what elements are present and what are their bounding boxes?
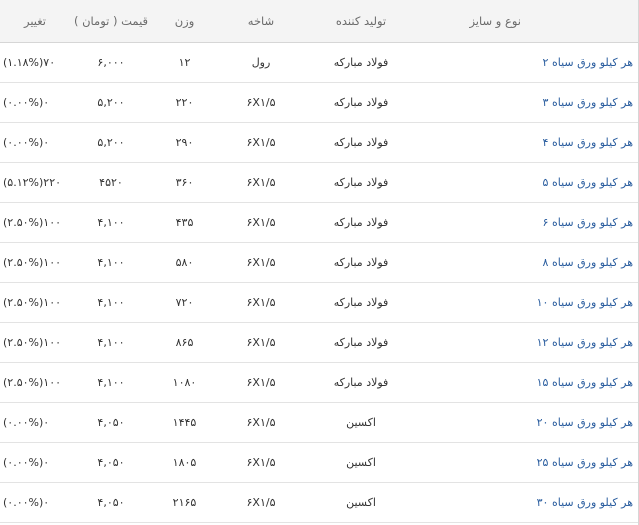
table-row[interactable]: هر کیلو ورق سیاه ۲۰ اکسین ۶X۱/۵ ۱۴۴۵ ۴,۰۵۰ ۰(… [0, 402, 639, 443]
producer-cell: فولاد مبارکه [305, 322, 417, 363]
header-weight[interactable]: وزن [152, 0, 217, 43]
weight-cell: ۱۲ [152, 42, 217, 83]
producer-cell: فولاد مبارکه [305, 242, 417, 283]
price-cell: ۴,۱۰۰ [70, 242, 152, 283]
change-cell: ۱۰۰(۲.۵۰%) [0, 362, 70, 403]
producer-cell: اکسین [305, 442, 417, 483]
table-row[interactable]: هر کیلو ورق سیاه ۳۰ اکسین ۶X۱/۵ ۲۱۶۵ ۴,۰۵۰ ۰(… [0, 482, 639, 523]
change-cell: ۱۰۰(۲.۵۰%) [0, 202, 70, 243]
branch-cell: ۶X۱/۵ [217, 482, 305, 523]
change-cell: ۱۰۰(۲.۵۰%) [0, 322, 70, 363]
branch-cell: ۶X۱/۵ [217, 122, 305, 163]
price-table-container: نوع و سایز تولید کننده شاخه وزن قیمت ( ت… [0, 0, 639, 525]
product-name-link[interactable]: هر کیلو ورق سیاه ۳۰ [417, 482, 639, 523]
change-cell: ۲۲۰(۵.۱۲%) [0, 162, 70, 203]
producer-cell: فولاد مبارکه [305, 42, 417, 83]
table-body: هر کیلو ورق سیاه ۲ فولاد مبارکه رول ۱۲ ۶,۰۰۰… [0, 42, 639, 523]
price-cell: ۵,۲۰۰ [70, 82, 152, 123]
price-cell: ۵,۲۰۰ [70, 122, 152, 163]
product-name-link[interactable]: هر کیلو ورق سیاه ۲ [417, 42, 639, 83]
price-cell: ۴,۱۰۰ [70, 322, 152, 363]
header-row: نوع و سایز تولید کننده شاخه وزن قیمت ( ت… [0, 0, 639, 43]
table-row[interactable]: هر کیلو ورق سیاه ۵ فولاد مبارکه ۶X۱/۵ ۳۶۰ ۴۵… [0, 162, 639, 203]
table-row[interactable]: هر کیلو ورق سیاه ۲۵ اکسین ۶X۱/۵ ۱۸۰۵ ۴,۰۵۰ ۰(… [0, 442, 639, 483]
product-name-link[interactable]: هر کیلو ورق سیاه ۱۰ [417, 282, 639, 323]
price-cell: ۴,۱۰۰ [70, 282, 152, 323]
change-cell: ۰(۰.۰۰%) [0, 442, 70, 483]
branch-cell: ۶X۱/۵ [217, 362, 305, 403]
table-row[interactable]: هر کیلو ورق سیاه ۲ فولاد مبارکه رول ۱۲ ۶,۰۰۰… [0, 42, 639, 83]
product-name-link[interactable]: هر کیلو ورق سیاه ۸ [417, 242, 639, 283]
table-row[interactable]: هر کیلو ورق سیاه ۱۰ فولاد مبارکه ۶X۱/۵ ۷۲۰ ۴… [0, 282, 639, 323]
producer-cell: فولاد مبارکه [305, 202, 417, 243]
price-cell: ۴,۰۵۰ [70, 482, 152, 523]
branch-cell: ۶X۱/۵ [217, 162, 305, 203]
product-name-link[interactable]: هر کیلو ورق سیاه ۵ [417, 162, 639, 203]
table-row[interactable]: هر کیلو ورق سیاه ۴ فولاد مبارکه ۶X۱/۵ ۲۹۰ ۵,… [0, 122, 639, 163]
producer-cell: اکسین [305, 482, 417, 523]
weight-cell: ۸۶۵ [152, 322, 217, 363]
branch-cell: ۶X۱/۵ [217, 82, 305, 123]
table-row[interactable]: هر کیلو ورق سیاه ۳ فولاد مبارکه ۶X۱/۵ ۲۲۰ ۵,… [0, 82, 639, 123]
table-header: نوع و سایز تولید کننده شاخه وزن قیمت ( ت… [0, 0, 639, 43]
product-name-link[interactable]: هر کیلو ورق سیاه ۱۲ [417, 322, 639, 363]
producer-cell: فولاد مبارکه [305, 82, 417, 123]
branch-cell: ۶X۱/۵ [217, 202, 305, 243]
product-name-link[interactable]: هر کیلو ورق سیاه ۱۵ [417, 362, 639, 403]
branch-cell: ۶X۱/۵ [217, 402, 305, 443]
weight-cell: ۳۶۰ [152, 162, 217, 203]
branch-cell: ۶X۱/۵ [217, 322, 305, 363]
product-name-link[interactable]: هر کیلو ورق سیاه ۶ [417, 202, 639, 243]
branch-cell: ۶X۱/۵ [217, 242, 305, 283]
price-cell: ۴,۰۵۰ [70, 402, 152, 443]
product-name-link[interactable]: هر کیلو ورق سیاه ۴ [417, 122, 639, 163]
header-producer[interactable]: تولید کننده [305, 0, 417, 43]
header-price[interactable]: قیمت ( تومان ) [70, 0, 152, 43]
table-row[interactable]: هر کیلو ورق سیاه ۸ فولاد مبارکه ۶X۱/۵ ۵۸۰ ۴,… [0, 242, 639, 283]
weight-cell: ۲۹۰ [152, 122, 217, 163]
change-cell: ۰(۰.۰۰%) [0, 482, 70, 523]
producer-cell: فولاد مبارکه [305, 282, 417, 323]
header-change[interactable]: تغییر [0, 0, 70, 43]
branch-cell: ۶X۱/۵ [217, 282, 305, 323]
weight-cell: ۱۸۰۵ [152, 442, 217, 483]
weight-cell: ۲۱۶۵ [152, 482, 217, 523]
change-cell: ۱۰۰(۲.۵۰%) [0, 282, 70, 323]
producer-cell: فولاد مبارکه [305, 162, 417, 203]
branch-cell: رول [217, 42, 305, 83]
change-cell: ۰(۰.۰۰%) [0, 122, 70, 163]
table-row[interactable]: هر کیلو ورق سیاه ۶ فولاد مبارکه ۶X۱/۵ ۴۳۵ ۴,… [0, 202, 639, 243]
weight-cell: ۵۸۰ [152, 242, 217, 283]
change-cell: ۷۰(۱.۱۸%) [0, 42, 70, 83]
header-branch[interactable]: شاخه [217, 0, 305, 43]
price-cell: ۴,۱۰۰ [70, 362, 152, 403]
weight-cell: ۱۴۴۵ [152, 402, 217, 443]
table-row[interactable]: هر کیلو ورق سیاه ۱۵ فولاد مبارکه ۶X۱/۵ ۱۰۸۰… [0, 362, 639, 403]
branch-cell: ۶X۱/۵ [217, 442, 305, 483]
price-cell: ۶,۰۰۰ [70, 42, 152, 83]
table-row[interactable]: هر کیلو ورق سیاه ۱۲ فولاد مبارکه ۶X۱/۵ ۸۶۵ ۴… [0, 322, 639, 363]
weight-cell: ۴۳۵ [152, 202, 217, 243]
weight-cell: ۱۰۸۰ [152, 362, 217, 403]
price-cell: ۴,۰۵۰ [70, 442, 152, 483]
producer-cell: اکسین [305, 402, 417, 443]
change-cell: ۰(۰.۰۰%) [0, 82, 70, 123]
change-cell: ۰(۰.۰۰%) [0, 402, 70, 443]
price-cell: ۴,۱۰۰ [70, 202, 152, 243]
change-cell: ۱۰۰(۲.۵۰%) [0, 242, 70, 283]
product-name-link[interactable]: هر کیلو ورق سیاه ۲۵ [417, 442, 639, 483]
price-cell: ۴۵۲۰ [70, 162, 152, 203]
weight-cell: ۲۲۰ [152, 82, 217, 123]
producer-cell: فولاد مبارکه [305, 122, 417, 163]
product-name-link[interactable]: هر کیلو ورق سیاه ۳ [417, 82, 639, 123]
price-table: نوع و سایز تولید کننده شاخه وزن قیمت ( ت… [0, 0, 639, 523]
producer-cell: فولاد مبارکه [305, 362, 417, 403]
weight-cell: ۷۲۰ [152, 282, 217, 323]
product-name-link[interactable]: هر کیلو ورق سیاه ۲۰ [417, 402, 639, 443]
header-name[interactable]: نوع و سایز [417, 0, 639, 43]
